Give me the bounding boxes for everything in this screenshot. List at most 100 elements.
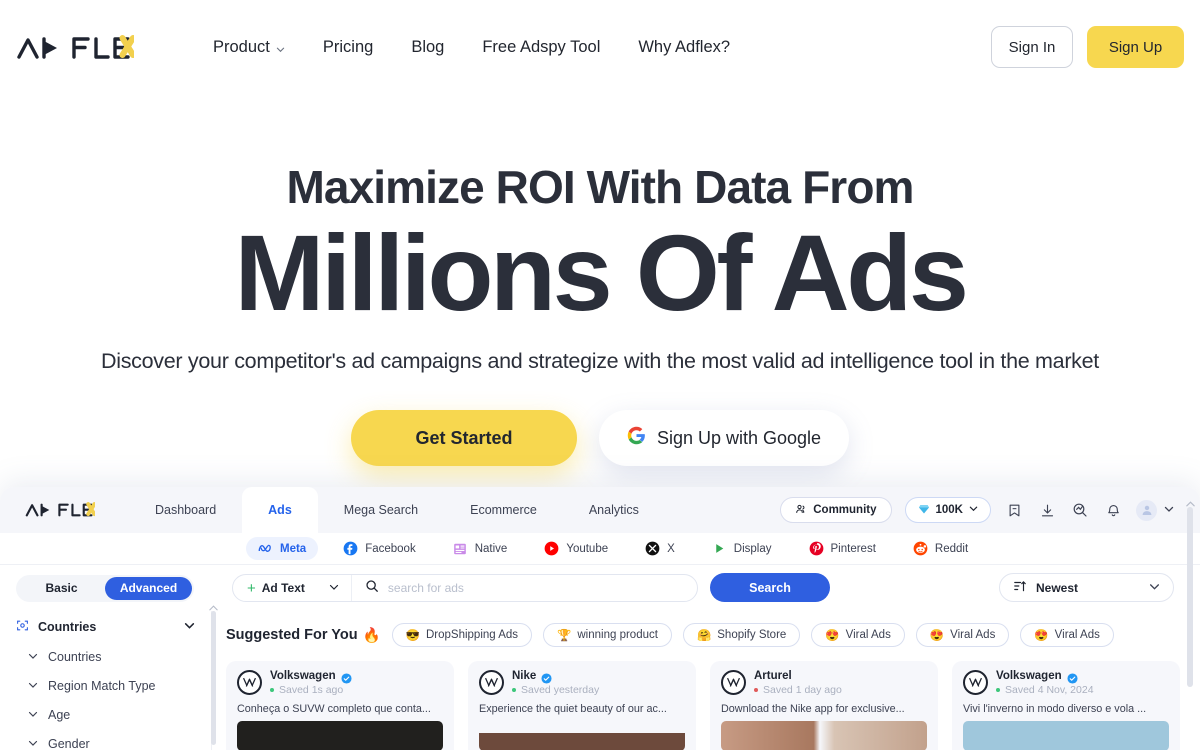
ad-card[interactable]: Nike Saved yesterday Experience the quie…: [468, 661, 696, 750]
nav-item-why-adflex[interactable]: Why Adflex?: [619, 38, 749, 57]
tab-dashboard-label: Dashboard: [155, 503, 217, 517]
sort-dropdown[interactable]: Newest: [999, 573, 1174, 602]
search-input[interactable]: [387, 581, 697, 595]
main-scrollbar[interactable]: [1187, 507, 1193, 687]
notifications-bell-icon[interactable]: [1103, 500, 1123, 520]
filter-group-countries[interactable]: Countries: [16, 619, 211, 635]
ad-card-brand: Nike: [512, 670, 537, 682]
tab-ecommerce[interactable]: Ecommerce: [444, 487, 563, 533]
mode-toggle[interactable]: Basic Advanced: [16, 574, 194, 602]
platform-display-label: Display: [733, 542, 772, 555]
mode-basic-option[interactable]: Basic: [18, 577, 105, 600]
community-button[interactable]: Community: [780, 497, 892, 523]
nav-item-free-adspy-tool[interactable]: Free Adspy Tool: [463, 38, 619, 57]
adflex-logo[interactable]: [16, 33, 134, 63]
ad-text-label: Ad Text: [261, 581, 305, 595]
volkswagen-logo-icon: [237, 670, 262, 695]
search-button[interactable]: Search: [710, 573, 830, 602]
ad-card-thumbnail: [237, 721, 443, 750]
magic-search-icon[interactable]: [1070, 500, 1090, 520]
ad-card-brand-line: Arturel: [754, 670, 842, 682]
sign-up-button[interactable]: Sign Up: [1087, 26, 1184, 68]
people-icon: [795, 503, 807, 518]
ad-card-brand: Volkswagen: [270, 670, 336, 682]
ad-card-brand-line: Nike: [512, 670, 599, 684]
chip-emoji-icon: 😎: [405, 630, 420, 642]
filter-region-match-type[interactable]: Region Match Type: [16, 679, 211, 693]
chip-dropshipping-ads[interactable]: 😎 DropShipping Ads: [391, 623, 533, 647]
tab-dashboard[interactable]: Dashboard: [129, 487, 242, 533]
sort-label: Newest: [1036, 580, 1079, 595]
suggested-title-label: Suggested For You: [226, 627, 358, 643]
credits-button[interactable]: 100K: [904, 497, 991, 523]
native-icon: [453, 541, 468, 556]
main-scroll-up-arrow[interactable]: [1185, 495, 1196, 513]
volkswagen-logo-icon: [721, 670, 746, 695]
filter-countries[interactable]: Countries: [16, 650, 211, 664]
ad-card-meta: Arturel Saved 1 day ago: [754, 670, 842, 696]
volkswagen-logo-icon: [963, 670, 988, 695]
ad-card-meta: Nike Saved yesterday: [512, 670, 599, 696]
filter-gender[interactable]: Gender: [16, 737, 211, 750]
platform-display[interactable]: Display: [700, 537, 784, 560]
sign-in-button[interactable]: Sign In: [991, 26, 1073, 68]
chip-winning-product[interactable]: 🏆 winning product: [543, 623, 672, 647]
app-adflex-logo[interactable]: [25, 501, 95, 519]
get-started-button[interactable]: Get Started: [350, 410, 577, 467]
mode-advanced-option[interactable]: Advanced: [105, 576, 192, 600]
chip-viral-ads-2[interactable]: 😍 Viral Ads: [915, 623, 1010, 647]
tab-mega-search[interactable]: Mega Search: [318, 487, 444, 533]
nav-item-blog-label: Blog: [411, 38, 445, 56]
filter-age-label: Age: [48, 708, 71, 722]
chip-viral-ads-1[interactable]: 😍 Viral Ads: [811, 623, 905, 647]
chip-emoji-icon: 🏆: [557, 630, 572, 642]
chevron-down-icon: [969, 504, 978, 516]
platform-meta[interactable]: Meta: [246, 537, 319, 560]
platform-filter-row: Meta Facebook Native Youtube X Display P…: [0, 533, 1200, 565]
ad-card-saved: Saved yesterday: [521, 684, 600, 696]
ad-card[interactable]: Volkswagen Saved 4 Nov, 2024 Vivi l'inve…: [952, 661, 1180, 750]
tab-ads[interactable]: Ads: [242, 487, 318, 533]
credits-label: 100K: [935, 504, 964, 516]
ad-card-list: Volkswagen Saved 1s ago Conheça o SUVW c…: [226, 661, 1200, 750]
diamond-icon: [918, 503, 930, 518]
platform-pinterest[interactable]: Pinterest: [797, 537, 888, 560]
bookmark-icon[interactable]: [1004, 500, 1024, 520]
ad-card-text: Experience the quiet beauty of our ac...: [479, 703, 667, 715]
filters-sidebar: Countries Countries Region Match Type Ag…: [0, 605, 218, 750]
tab-analytics[interactable]: Analytics: [563, 487, 665, 533]
chevron-down-icon: [1149, 579, 1160, 597]
nav-item-pricing-label: Pricing: [322, 38, 374, 56]
chip-emoji-icon: 😍: [929, 630, 945, 642]
platform-youtube[interactable]: Youtube: [532, 537, 620, 560]
community-label: Community: [813, 504, 877, 516]
ad-card-text: Vivi l'inverno in modo diverso e vola ..…: [963, 703, 1147, 715]
ad-card-saved-line: Saved 1 day ago: [754, 684, 842, 696]
chip-emoji-icon: 😍: [825, 630, 840, 642]
user-menu[interactable]: [1136, 499, 1174, 521]
chip-dropshipping-ads-label: DropShipping Ads: [425, 629, 519, 641]
platform-x[interactable]: X: [633, 537, 687, 560]
filter-gender-label: Gender: [48, 737, 90, 750]
ad-card[interactable]: Arturel Saved 1 day ago Download the Nik…: [710, 661, 938, 750]
sign-up-with-google-button[interactable]: Sign Up with Google: [598, 410, 850, 467]
nav-item-blog[interactable]: Blog: [392, 38, 463, 57]
ad-text-dropdown[interactable]: + Ad Text: [233, 575, 352, 601]
platform-facebook[interactable]: Facebook: [331, 537, 428, 560]
nav-item-pricing[interactable]: Pricing: [304, 38, 392, 57]
download-icon[interactable]: [1037, 500, 1057, 520]
ad-card-saved: Saved 1 day ago: [763, 684, 842, 696]
filter-region-match-type-label: Region Match Type: [48, 679, 156, 693]
hero-section: Maximize ROI With Data From Millions Of …: [0, 95, 1200, 467]
nav-item-product[interactable]: Product: [194, 38, 304, 57]
chip-shopify-store[interactable]: 🤗 Shopify Store: [682, 623, 801, 647]
search-icon: [365, 579, 379, 598]
platform-reddit[interactable]: Reddit: [901, 537, 980, 560]
target-icon: [16, 619, 29, 635]
chip-viral-ads-3[interactable]: 😍 Viral Ads: [1020, 623, 1114, 647]
platform-native[interactable]: Native: [441, 537, 520, 560]
tab-ads-label: Ads: [268, 503, 292, 517]
ad-card-header: Volkswagen Saved 1s ago: [237, 670, 443, 696]
filter-age[interactable]: Age: [16, 708, 211, 722]
ad-card[interactable]: Volkswagen Saved 1s ago Conheça o SUVW c…: [226, 661, 454, 750]
